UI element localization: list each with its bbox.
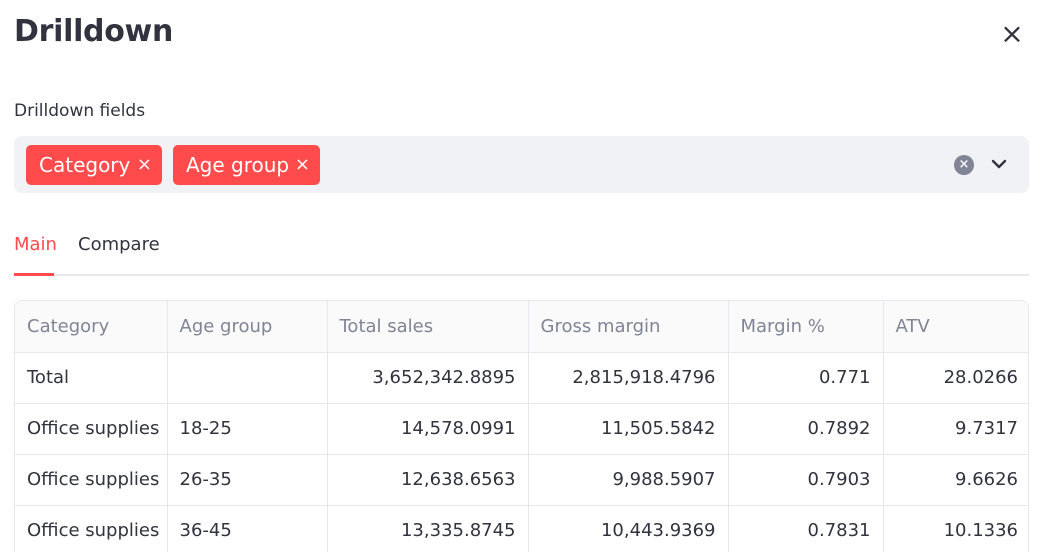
drilldown-table: Category Age group Total sales Gross mar… [14, 300, 1029, 552]
tab-compare[interactable]: Compare [78, 234, 160, 255]
cell-gross-margin: 10,443.9369 [528, 505, 729, 552]
drilldown-fields-label: Drilldown fields [14, 101, 146, 121]
table-header-row: Category Age group Total sales Gross mar… [15, 301, 1028, 353]
dialog-title: Drilldown [14, 14, 174, 49]
column-header-age-group[interactable]: Age group [167, 301, 328, 353]
cell-age-group: 26-35 [167, 454, 328, 506]
table-row: Office supplies 18-25 14,578.0991 11,505… [15, 403, 1028, 455]
active-tab-indicator [14, 273, 54, 276]
cell-margin-pct: 0.7903 [728, 454, 884, 506]
chip-category: Category × [26, 145, 162, 185]
cell-margin-pct: 0.771 [728, 352, 884, 404]
cell-total-sales: 12,638.6563 [327, 454, 529, 506]
column-header-category[interactable]: Category [15, 301, 168, 353]
cell-atv: 9.7317 [883, 403, 1028, 455]
cell-total-sales: 13,335.8745 [327, 505, 529, 552]
cell-category: Total [15, 352, 168, 404]
cell-gross-margin: 9,988.5907 [528, 454, 729, 506]
chevron-down-icon[interactable] [989, 152, 1009, 176]
column-header-margin-pct[interactable]: Margin % [728, 301, 884, 353]
tab-main[interactable]: Main [14, 234, 57, 255]
cell-margin-pct: 0.7831 [728, 505, 884, 552]
cell-margin-pct: 0.7892 [728, 403, 884, 455]
cell-age-group: 36-45 [167, 505, 328, 552]
cell-category: Office supplies [15, 403, 168, 455]
cell-total-sales: 3,652,342.8895 [327, 352, 529, 404]
table-row: Office supplies 36-45 13,335.8745 10,443… [15, 505, 1028, 552]
cell-atv: 9.6626 [883, 454, 1028, 506]
remove-category-icon[interactable]: × [137, 145, 152, 185]
close-icon[interactable]: × [998, 20, 1026, 48]
tab-bar: Main Compare [14, 228, 1029, 276]
cell-total-sales: 14,578.0991 [327, 403, 529, 455]
table-row: Total 3,652,342.8895 2,815,918.4796 0.77… [15, 352, 1028, 404]
cell-atv: 10.1336 [883, 505, 1028, 552]
cell-atv: 28.0266 [883, 352, 1028, 404]
table-row: Office supplies 26-35 12,638.6563 9,988.… [15, 454, 1028, 506]
column-header-atv[interactable]: ATV [883, 301, 1028, 353]
column-header-total-sales[interactable]: Total sales [327, 301, 529, 353]
remove-age-group-icon[interactable]: × [295, 145, 310, 185]
cell-category: Office supplies [15, 454, 168, 506]
cell-gross-margin: 2,815,918.4796 [528, 352, 729, 404]
cell-age-group [167, 352, 328, 404]
cell-age-group: 18-25 [167, 403, 328, 455]
column-header-gross-margin[interactable]: Gross margin [528, 301, 729, 353]
cell-category: Office supplies [15, 505, 168, 552]
chip-label: Category [39, 153, 131, 177]
drilldown-fields-multiselect[interactable]: Category × Age group × × [14, 136, 1029, 193]
chip-label: Age group [186, 153, 290, 177]
chip-age-group: Age group × [173, 145, 320, 185]
cell-gross-margin: 11,505.5842 [528, 403, 729, 455]
clear-all-icon[interactable]: × [954, 155, 974, 175]
